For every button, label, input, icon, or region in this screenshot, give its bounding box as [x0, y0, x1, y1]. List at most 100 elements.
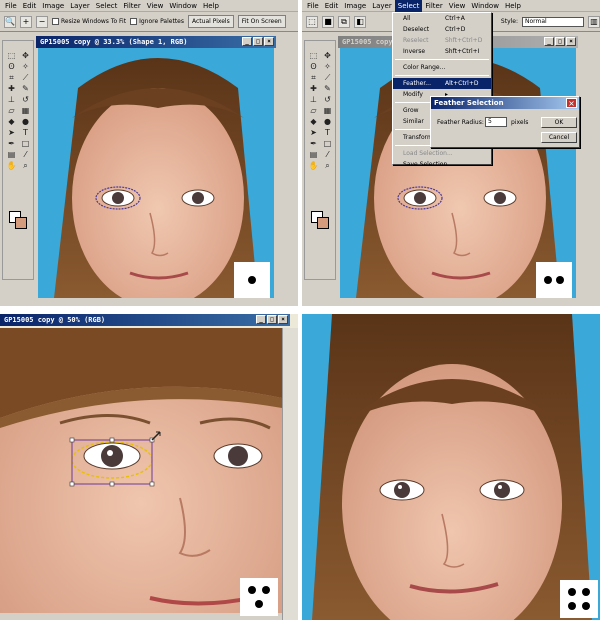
magic-wand-icon[interactable]: ✧	[19, 62, 32, 72]
menu-view[interactable]: View	[446, 0, 469, 12]
notes-tool-icon[interactable]: ▤	[307, 150, 320, 160]
dodge-tool-icon[interactable]: ●	[19, 117, 32, 127]
hand-tool-icon[interactable]: ✋	[5, 161, 18, 171]
fit-on-screen-button[interactable]: Fit On Screen	[237, 15, 286, 28]
move-tool-icon[interactable]: ✥	[321, 51, 334, 61]
select-menu-item[interactable]: Save Selection...	[393, 159, 491, 170]
menu-help[interactable]: Help	[200, 0, 222, 12]
ignore-palettes-checkbox[interactable]: Ignore Palettes	[130, 18, 184, 25]
maximize-button[interactable]: □	[253, 37, 263, 46]
type-tool-icon[interactable]: T	[321, 128, 334, 138]
document-title-bar[interactable]: GP15005 copy @ 50% (RGB) _ □ ×	[0, 314, 290, 326]
lasso-tool-icon[interactable]: ʘ	[307, 62, 320, 72]
pen-tool-icon[interactable]: ✒	[307, 139, 320, 149]
ok-button[interactable]: OK	[541, 117, 577, 128]
menu-file[interactable]: File	[304, 0, 322, 12]
menu-filter[interactable]: Filter	[422, 0, 445, 12]
stamp-tool-icon[interactable]: ⊥	[307, 95, 320, 105]
stamp-tool-icon[interactable]: ⊥	[5, 95, 18, 105]
document-canvas[interactable]	[0, 328, 282, 620]
zoom-out-icon[interactable]: −	[36, 15, 48, 28]
slice-tool-icon[interactable]: ⟋	[19, 73, 32, 83]
marquee-tool-icon[interactable]: ⬚	[306, 15, 318, 28]
menu-help[interactable]: Help	[502, 0, 524, 12]
palette-well-icon[interactable]: ▥	[588, 15, 600, 28]
menu-select[interactable]: Select	[93, 0, 121, 12]
minimize-button[interactable]: _	[256, 315, 266, 324]
brush-tool-icon[interactable]: ✎	[19, 84, 32, 94]
zoom-in-icon[interactable]: +	[20, 15, 32, 28]
move-tool-icon[interactable]: ✥	[19, 51, 32, 61]
menu-filter[interactable]: Filter	[120, 0, 143, 12]
menu-file[interactable]: File	[2, 0, 20, 12]
history-brush-icon[interactable]: ↺	[19, 95, 32, 105]
hand-tool-icon[interactable]: ✋	[307, 161, 320, 171]
eyedropper-icon[interactable]: ⁄	[321, 150, 334, 160]
document-canvas[interactable]	[38, 48, 274, 298]
menu-view[interactable]: View	[144, 0, 167, 12]
close-icon[interactable]: ×	[566, 98, 577, 108]
document-title-bar[interactable]: GP15005 copy @ 33.3% (Shape 1, RGB) _□×	[36, 36, 276, 48]
actual-pixels-button[interactable]: Actual Pixels	[188, 15, 234, 28]
close-button[interactable]: ×	[278, 315, 288, 324]
shape-tool-icon[interactable]: □	[321, 139, 334, 149]
cancel-button[interactable]: Cancel	[541, 132, 577, 143]
gradient-tool-icon[interactable]: ▦	[19, 106, 32, 116]
close-button[interactable]: ×	[264, 37, 274, 46]
path-select-icon[interactable]: ➤	[5, 128, 18, 138]
subtract-selection-icon[interactable]: ◧	[354, 15, 366, 28]
zoom-tool-icon[interactable]: 🔍	[4, 15, 16, 28]
brush-tool-icon[interactable]: ✎	[321, 84, 334, 94]
eyedropper-icon[interactable]: ⁄	[19, 150, 32, 160]
style-select[interactable]: Normal	[522, 16, 584, 27]
menu-image[interactable]: Image	[39, 0, 67, 12]
background-color-swatch[interactable]	[317, 217, 329, 229]
gradient-tool-icon[interactable]: ▦	[321, 106, 334, 116]
pen-tool-icon[interactable]: ✒	[5, 139, 18, 149]
eraser-tool-icon[interactable]: ▱	[307, 106, 320, 116]
eraser-tool-icon[interactable]: ▱	[5, 106, 18, 116]
zoom-tool-box-icon[interactable]: ⌕	[321, 161, 334, 171]
menu-window[interactable]: Window	[166, 0, 200, 12]
maximize-button[interactable]: □	[555, 37, 565, 46]
menu-layer[interactable]: Layer	[369, 0, 395, 12]
dodge-tool-icon[interactable]: ●	[321, 117, 334, 127]
healing-brush-icon[interactable]: ✚	[307, 84, 320, 94]
blur-tool-icon[interactable]: ◆	[307, 117, 320, 127]
notes-tool-icon[interactable]: ▤	[5, 150, 18, 160]
crop-tool-icon[interactable]: ⌗	[307, 73, 320, 83]
menu-image[interactable]: Image	[341, 0, 369, 12]
type-tool-icon[interactable]: T	[19, 128, 32, 138]
crop-tool-icon[interactable]: ⌗	[5, 73, 18, 83]
vertical-scrollbar[interactable]	[282, 328, 298, 620]
select-menu-item[interactable]: Inverse Shft+Ctrl+I	[393, 46, 491, 57]
history-brush-icon[interactable]: ↺	[321, 95, 334, 105]
magic-wand-icon[interactable]: ✧	[321, 62, 334, 72]
close-button[interactable]: ×	[566, 37, 576, 46]
menu-window[interactable]: Window	[468, 0, 502, 12]
marquee-tool-icon[interactable]: ⬚	[5, 51, 18, 61]
blur-tool-icon[interactable]: ◆	[5, 117, 18, 127]
menu-select[interactable]: Select	[394, 0, 423, 12]
select-menu-item[interactable]: All Ctrl+A	[393, 13, 491, 24]
new-selection-icon[interactable]: ■	[322, 15, 334, 28]
shape-tool-icon[interactable]: □	[19, 139, 32, 149]
background-color-swatch[interactable]	[15, 217, 27, 229]
minimize-button[interactable]: _	[242, 37, 252, 46]
healing-brush-icon[interactable]: ✚	[5, 84, 18, 94]
lasso-tool-icon[interactable]: ʘ	[5, 62, 18, 72]
menu-edit[interactable]: Edit	[322, 0, 342, 12]
path-select-icon[interactable]: ➤	[307, 128, 320, 138]
select-menu-item[interactable]: Deselect Ctrl+D	[393, 24, 491, 35]
select-menu-item[interactable]: Feather... Alt+Ctrl+D	[393, 78, 491, 89]
menu-layer[interactable]: Layer	[67, 0, 93, 12]
add-selection-icon[interactable]: ⧉	[338, 15, 350, 28]
menu-edit[interactable]: Edit	[20, 0, 40, 12]
zoom-tool-box-icon[interactable]: ⌕	[19, 161, 32, 171]
maximize-button[interactable]: □	[267, 315, 277, 324]
feather-radius-input[interactable]: 5	[485, 117, 507, 127]
slice-tool-icon[interactable]: ⟋	[321, 73, 334, 83]
select-menu-item[interactable]: Color Range...	[393, 62, 491, 73]
minimize-button[interactable]: _	[544, 37, 554, 46]
marquee-tool-icon[interactable]: ⬚	[307, 51, 320, 61]
